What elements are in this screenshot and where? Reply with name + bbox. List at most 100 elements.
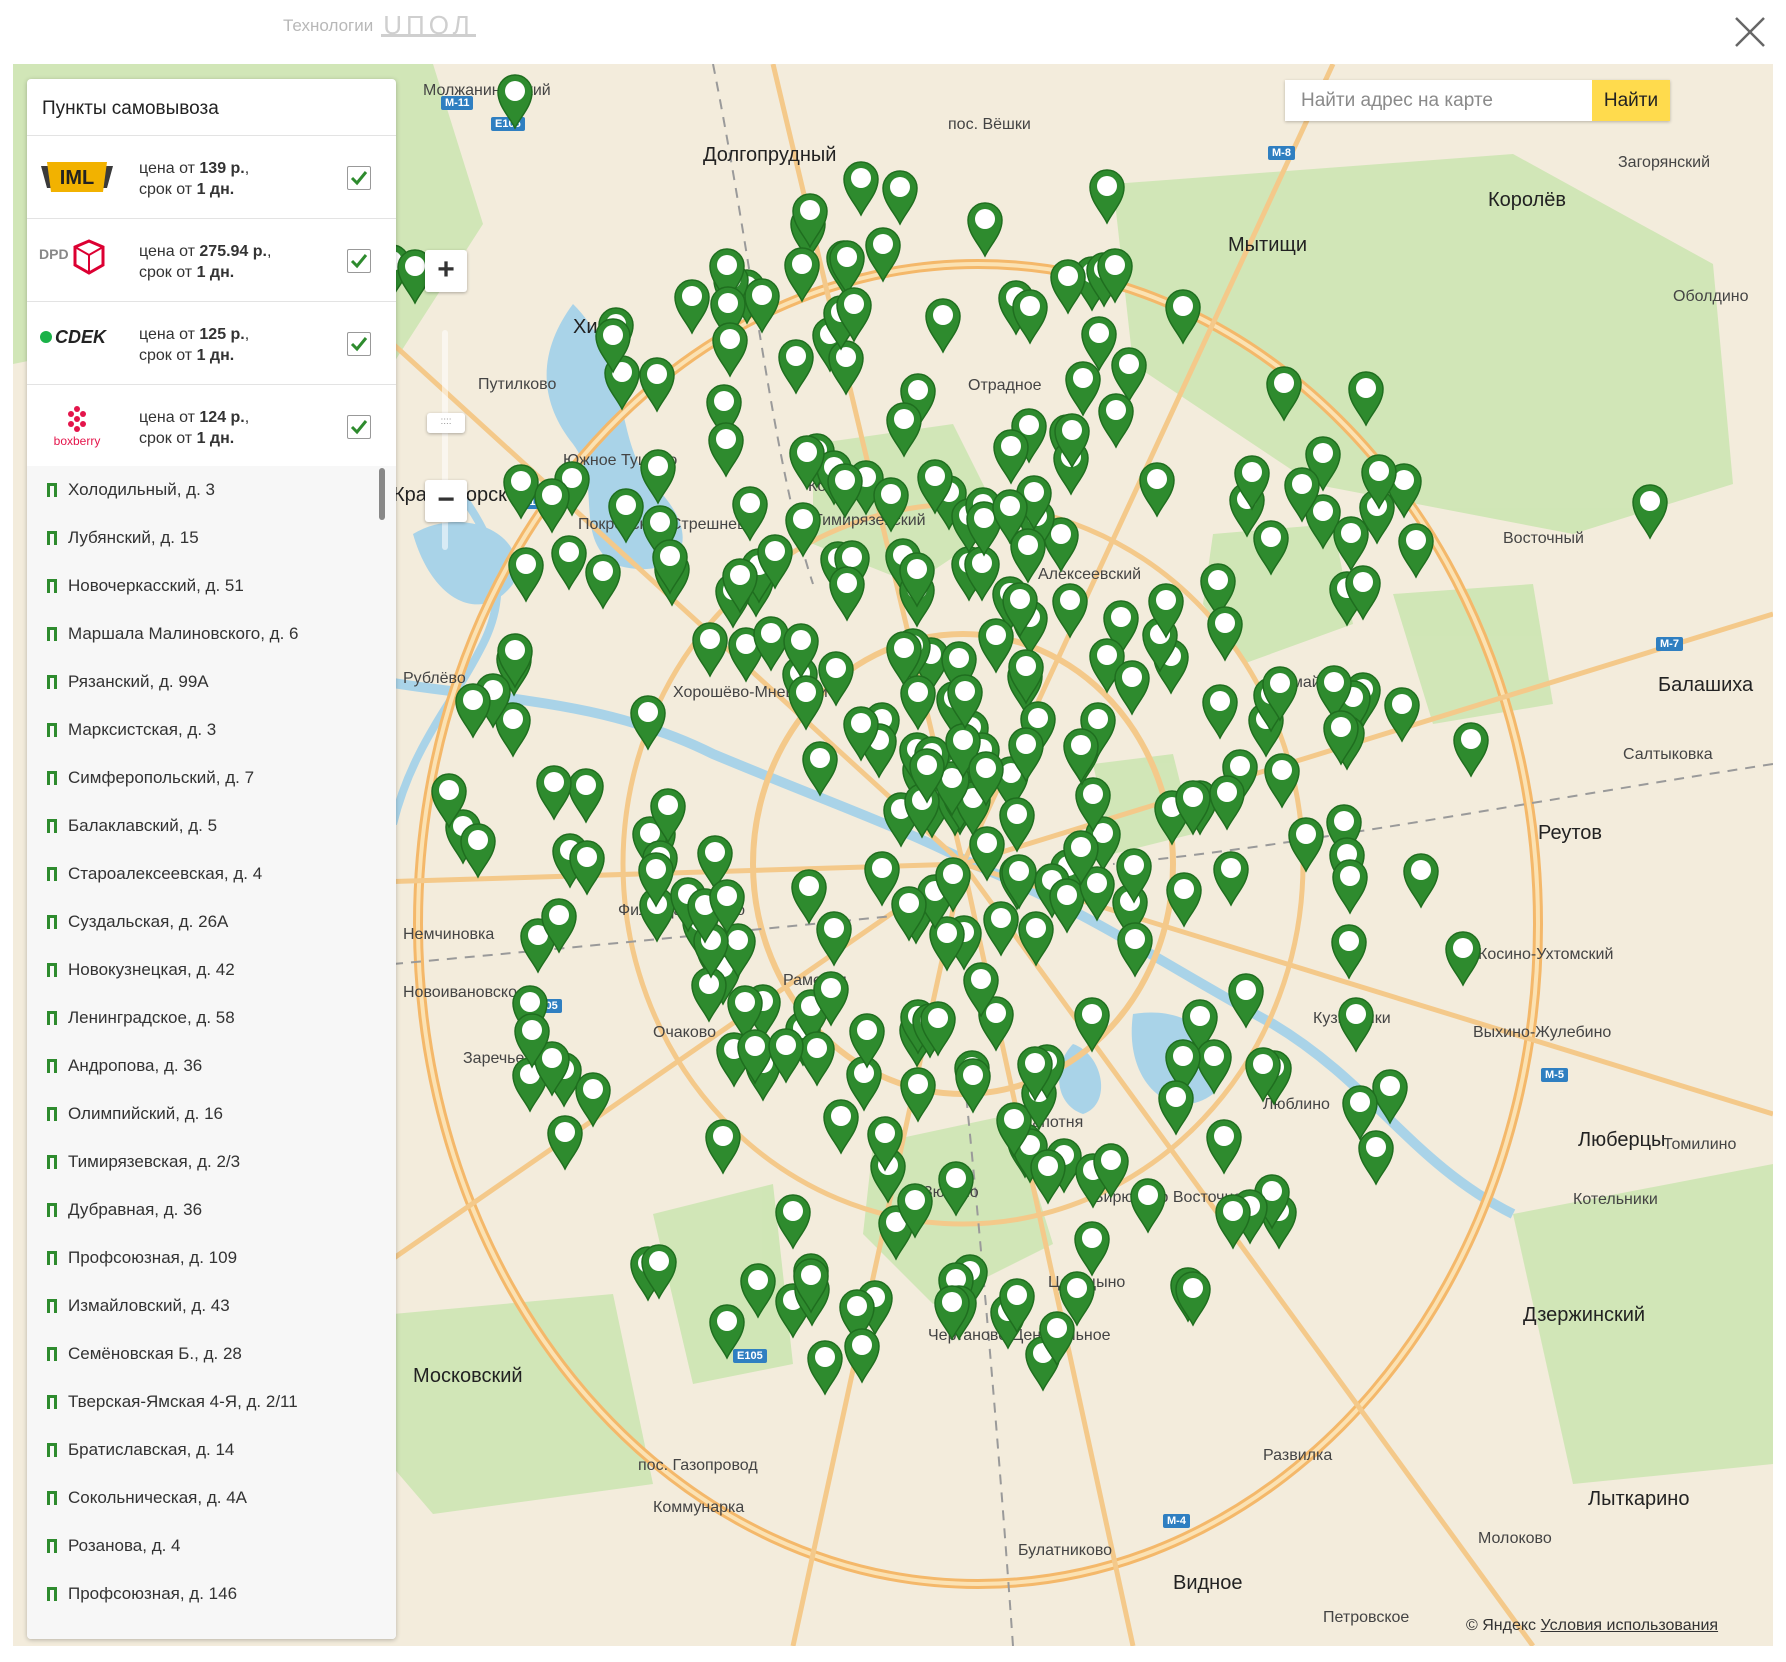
pickup-pin-icon[interactable] xyxy=(1096,391,1136,449)
pickup-pin-icon[interactable] xyxy=(1015,1044,1055,1102)
pickup-pin-icon[interactable] xyxy=(512,1011,552,1069)
pickup-pin-icon[interactable] xyxy=(1262,751,1302,809)
find-button[interactable]: Найти xyxy=(1592,80,1670,121)
pickup-pin-icon[interactable] xyxy=(966,749,1006,807)
pickup-pin-icon[interactable] xyxy=(1336,995,1376,1053)
pickup-pin-icon[interactable] xyxy=(1211,849,1251,907)
pickup-pin-icon[interactable] xyxy=(1330,857,1370,915)
pickup-pin-icon[interactable] xyxy=(1205,604,1245,662)
pickup-pin-icon[interactable] xyxy=(628,693,668,751)
pickup-pin-icon[interactable] xyxy=(1010,287,1050,345)
pickup-pin-icon[interactable] xyxy=(1037,1309,1077,1367)
pickup-pin-icon[interactable] xyxy=(534,763,574,821)
pickup-pin-icon[interactable] xyxy=(999,852,1039,910)
pickup-pin-icon[interactable] xyxy=(495,72,535,130)
pickup-pin-icon[interactable] xyxy=(1006,647,1046,705)
pickup-pin-icon[interactable] xyxy=(841,159,881,217)
pickup-pin-icon[interactable] xyxy=(918,999,958,1057)
pickup-pin-icon[interactable] xyxy=(841,704,881,762)
pickup-pin-icon[interactable] xyxy=(842,1326,882,1384)
pickup-pin-icon[interactable] xyxy=(636,850,676,908)
pickup-pin-icon[interactable] xyxy=(936,1159,976,1217)
pickup-pin-icon[interactable] xyxy=(1443,929,1483,987)
pickup-pin-icon[interactable] xyxy=(1173,1269,1213,1327)
pickup-pin-icon[interactable] xyxy=(1243,1045,1283,1103)
pickup-pin-icon[interactable] xyxy=(990,487,1030,545)
pickup-point-item[interactable]: Староалексеевская, д. 4 xyxy=(27,850,396,898)
pickup-pin-icon[interactable] xyxy=(1286,815,1326,873)
carrier-checkbox[interactable] xyxy=(347,166,371,190)
pickup-pin-icon[interactable] xyxy=(1146,581,1186,639)
pickup-pin-icon[interactable] xyxy=(790,191,830,249)
pickup-pin-icon[interactable] xyxy=(1401,851,1441,909)
pickup-pin-icon[interactable] xyxy=(782,245,822,303)
pickup-pin-icon[interactable] xyxy=(1050,581,1090,639)
pickup-pin-icon[interactable] xyxy=(1226,971,1266,1029)
pickup-pin-icon[interactable] xyxy=(1630,482,1670,540)
pickup-pin-icon[interactable] xyxy=(429,771,469,829)
zoom-in-button[interactable]: + xyxy=(425,250,467,292)
pickup-pin-icon[interactable] xyxy=(539,896,579,954)
pickup-pin-icon[interactable] xyxy=(755,532,795,590)
pickup-pin-icon[interactable] xyxy=(997,1276,1037,1334)
pickup-pin-icon[interactable] xyxy=(1173,778,1213,836)
pickup-pin-icon[interactable] xyxy=(895,1181,935,1239)
pickup-pin-icon[interactable] xyxy=(1200,682,1240,740)
pickup-pin-icon[interactable] xyxy=(1396,521,1436,579)
pickup-point-item[interactable]: Профсоюзная, д. 146 xyxy=(27,1570,396,1618)
carrier-cdek[interactable]: CDEK цена от 125 р., срок от 1 дн. xyxy=(27,302,396,385)
terms-link[interactable]: Условия использования xyxy=(1540,1617,1718,1634)
pickup-pin-icon[interactable] xyxy=(781,621,821,679)
pickup-pin-icon[interactable] xyxy=(650,537,690,595)
pickup-pin-icon[interactable] xyxy=(1346,369,1386,427)
pickup-pin-icon[interactable] xyxy=(1204,1117,1244,1175)
pickup-point-item[interactable]: Сокольническая, д. 4А xyxy=(27,1474,396,1522)
pickup-pin-icon[interactable] xyxy=(1232,453,1272,511)
pickup-pin-icon[interactable] xyxy=(1137,460,1177,518)
pickup-pin-icon[interactable] xyxy=(1321,708,1361,766)
carrier-dpd[interactable]: DPD цена от 275.94 р., срок от 1 дн. xyxy=(27,219,396,302)
pickup-pin-icon[interactable] xyxy=(961,960,1001,1018)
pickup-point-item[interactable]: Андропова, д. 36 xyxy=(27,1042,396,1090)
pickup-pin-icon[interactable] xyxy=(965,200,1005,258)
pickup-pin-icon[interactable] xyxy=(1163,287,1203,345)
pickup-pin-icon[interactable] xyxy=(1048,257,1088,315)
pickup-pin-icon[interactable] xyxy=(1061,726,1101,784)
pickup-pin-icon[interactable] xyxy=(1006,725,1046,783)
pickup-pin-icon[interactable] xyxy=(1359,452,1399,510)
pickup-pin-icon[interactable] xyxy=(932,1283,972,1341)
pickup-pin-icon[interactable] xyxy=(1329,922,1369,980)
pickup-pin-icon[interactable] xyxy=(1112,658,1152,716)
pickup-pin-icon[interactable] xyxy=(637,355,677,413)
pickup-pin-icon[interactable] xyxy=(583,552,623,610)
pickup-pin-icon[interactable] xyxy=(791,1256,831,1314)
pickup-pin-icon[interactable] xyxy=(898,673,938,731)
pickup-point-item[interactable]: Олимпийский, д. 16 xyxy=(27,1090,396,1138)
carrier-checkbox[interactable] xyxy=(347,332,371,356)
pickup-pin-icon[interactable] xyxy=(1207,773,1247,831)
pickup-pin-icon[interactable] xyxy=(1356,1128,1396,1186)
pickup-pin-icon[interactable] xyxy=(1114,846,1154,904)
pickup-pin-icon[interactable] xyxy=(827,564,867,622)
carrier-checkbox[interactable] xyxy=(347,415,371,439)
pickup-pin-icon[interactable] xyxy=(933,855,973,913)
pickup-pin-icon[interactable] xyxy=(706,420,746,478)
pickup-pin-icon[interactable] xyxy=(766,1026,806,1084)
pickup-pin-icon[interactable] xyxy=(703,1117,743,1175)
pickup-point-item[interactable]: Рязанский, д. 99А xyxy=(27,658,396,706)
pickup-pin-icon[interactable] xyxy=(773,1192,813,1250)
pickup-pin-icon[interactable] xyxy=(880,168,920,226)
pickup-pin-icon[interactable] xyxy=(593,316,633,374)
close-icon[interactable] xyxy=(1730,12,1770,52)
pickup-pin-icon[interactable] xyxy=(816,649,856,707)
pickup-pin-icon[interactable] xyxy=(871,475,911,533)
pickup-pin-icon[interactable] xyxy=(825,461,865,519)
pickup-pin-icon[interactable] xyxy=(1091,1141,1131,1199)
pickup-pin-icon[interactable] xyxy=(1072,995,1112,1053)
pickup-pin-icon[interactable] xyxy=(506,545,546,603)
pickup-point-item[interactable]: Профсоюзная, д. 109 xyxy=(27,1234,396,1282)
zoom-slider-handle[interactable]: :::: xyxy=(427,413,465,433)
pickup-pin-icon[interactable] xyxy=(458,821,498,879)
pickup-point-item[interactable]: Семёновская Б., д. 28 xyxy=(27,1330,396,1378)
pickup-pin-icon[interactable] xyxy=(710,320,750,378)
